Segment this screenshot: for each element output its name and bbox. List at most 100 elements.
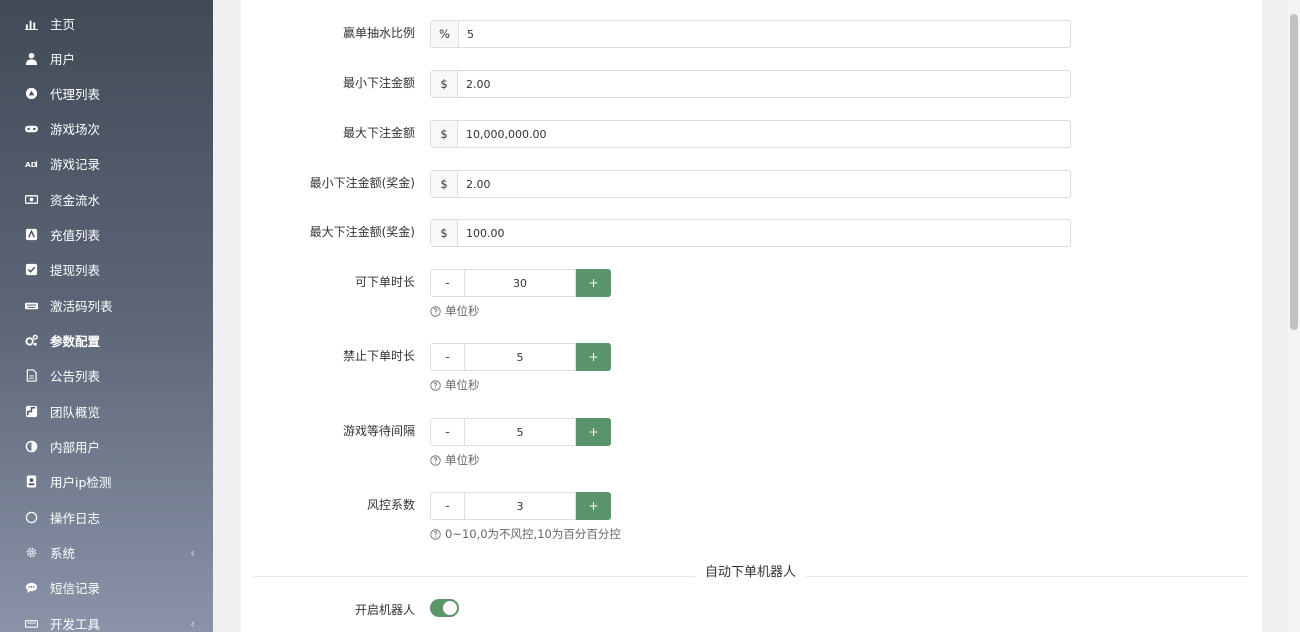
stepper-value[interactable]: 3	[464, 492, 576, 520]
money-icon	[24, 193, 38, 207]
field-label: 最大下注金额	[342, 126, 415, 140]
increment-button[interactable]: +	[576, 418, 611, 446]
sidebar-item-game-sessions[interactable]: 游戏场次	[0, 111, 213, 146]
sidebar-item-label: 操作日志	[50, 511, 101, 526]
sidebar-item-params-config[interactable]: 参数配置	[0, 323, 213, 358]
toggle-knob	[443, 601, 457, 615]
sidebar-item-label: 短信记录	[50, 581, 101, 596]
sidebar-item-announcements[interactable]: 公告列表	[0, 358, 213, 393]
sidebar-item-label: 内部用户	[50, 440, 101, 455]
field-label: 最小下注金额(奖金)	[309, 176, 415, 190]
increment-button[interactable]: +	[576, 269, 611, 297]
input-value[interactable]: 10,000,000.00	[458, 121, 1070, 147]
ad-icon: AD	[24, 157, 38, 171]
chevron-left-icon: ‹	[190, 545, 195, 560]
sidebar-item-label: 主页	[50, 17, 76, 32]
agent-circle-icon	[24, 87, 38, 101]
input-value[interactable]: 2.00	[458, 71, 1070, 97]
min-bet-bonus-input[interactable]: $ 2.00	[430, 170, 1071, 198]
sidebar-item-label: 团队概览	[50, 405, 101, 420]
help-text: 单位秒	[430, 377, 480, 393]
sidebar-item-activation-codes[interactable]: 激活码列表	[0, 288, 213, 323]
sidebar-item-home[interactable]: 主页	[0, 6, 213, 41]
gamepad-icon	[24, 122, 38, 136]
tools-icon	[24, 617, 38, 631]
max-bet-bonus-input[interactable]: $ 100.00	[430, 219, 1071, 247]
sidebar-item-label: 提现列表	[50, 263, 101, 278]
sidebar-item-recharge-list[interactable]: 充值列表	[0, 217, 213, 252]
scrollbar-track[interactable]	[1288, 0, 1300, 632]
sidebar-item-label: 系统	[50, 546, 76, 561]
dollar-addon: $	[431, 220, 458, 246]
dollar-addon: $	[431, 171, 458, 197]
stepper-value[interactable]: 5	[464, 343, 576, 371]
input-value[interactable]: 100.00	[458, 220, 1070, 246]
circle-icon	[24, 511, 38, 525]
field-label: 开启机器人	[354, 603, 415, 617]
sidebar-item-agents[interactable]: 代理列表	[0, 76, 213, 111]
sidebar-item-dev-tools[interactable]: 开发工具 ‹	[0, 606, 213, 632]
decrement-button[interactable]: -	[430, 492, 464, 520]
field-label: 游戏等待间隔	[342, 424, 415, 438]
stepper-value[interactable]: 5	[464, 418, 576, 446]
field-label: 禁止下单时长	[342, 349, 415, 363]
sidebar-item-users[interactable]: 用户	[0, 41, 213, 76]
help-text-label: 单位秒	[445, 453, 480, 467]
decrement-button[interactable]: -	[430, 343, 464, 371]
sidebar-item-label: 开发工具	[50, 617, 101, 632]
dollar-addon: $	[431, 71, 458, 97]
field-label: 最大下注金额(奖金)	[309, 225, 415, 239]
sidebar-item-sms-records[interactable]: 短信记录	[0, 570, 213, 605]
max-bet-input[interactable]: $ 10,000,000.00	[430, 120, 1071, 148]
field-label: 赢单抽水比例	[342, 26, 415, 40]
help-text-label: 单位秒	[445, 378, 480, 392]
field-label: 风控系数	[366, 498, 415, 512]
input-value[interactable]: 5	[459, 21, 1070, 47]
document-icon	[24, 369, 38, 383]
sidebar-item-withdraw-list[interactable]: 提现列表	[0, 252, 213, 287]
decrement-button[interactable]: -	[430, 418, 464, 446]
cog-icon	[24, 546, 38, 560]
increment-button[interactable]: +	[576, 492, 611, 520]
sms-icon	[24, 581, 38, 595]
sidebar-item-internal-users[interactable]: 内部用户	[0, 429, 213, 464]
field-label: 最小下注金额	[342, 76, 415, 90]
params-form-card: 赢单抽水比例 % 5 最小下注金额 $ 2.00 最大下注金额 $ 10,000…	[241, 0, 1262, 632]
input-value[interactable]: 2.00	[458, 171, 1070, 197]
percent-addon: %	[431, 21, 459, 47]
min-bet-input[interactable]: $ 2.00	[430, 70, 1071, 98]
sidebar-item-label: 游戏记录	[50, 157, 101, 172]
help-text-label: 单位秒	[445, 304, 480, 318]
id-badge-icon	[24, 475, 38, 489]
increment-button[interactable]: +	[576, 343, 611, 371]
sidebar-item-fund-flow[interactable]: 资金流水	[0, 182, 213, 217]
help-text: 单位秒	[430, 452, 480, 468]
sidebar-item-operation-log[interactable]: 操作日志	[0, 500, 213, 535]
help-text-label: 0~10,0为不风控,10为百分百分控	[445, 527, 621, 541]
stepper-value[interactable]: 30	[464, 269, 576, 297]
sidebar-item-label: 代理列表	[50, 87, 101, 102]
win-commission-input[interactable]: % 5	[430, 20, 1071, 48]
half-circle-icon	[24, 440, 38, 454]
question-circle-icon	[430, 379, 441, 391]
field-label: 可下单时长	[354, 275, 415, 289]
sidebar-item-label: 公告列表	[50, 369, 101, 384]
forbid-duration-stepper: - 5 +	[430, 343, 611, 371]
sidebar-item-label: 游戏场次	[50, 122, 101, 137]
help-text: 0~10,0为不风控,10为百分百分控	[430, 526, 621, 542]
enable-robot-toggle[interactable]	[430, 599, 459, 617]
sidebar-item-user-ip-check[interactable]: 用户ip检测	[0, 464, 213, 499]
sidebar-item-system[interactable]: 系统 ‹	[0, 535, 213, 570]
order-duration-stepper: - 30 +	[430, 269, 611, 297]
decrement-button[interactable]: -	[430, 269, 464, 297]
sidebar-item-label: 激活码列表	[50, 299, 113, 314]
scrollbar-thumb[interactable]	[1290, 14, 1298, 330]
chevron-left-icon: ‹	[190, 616, 195, 631]
sidebar-item-label: 用户ip检测	[50, 475, 112, 490]
dollar-addon: $	[431, 121, 458, 147]
keyboard-icon	[24, 299, 38, 313]
sidebar-item-team-overview[interactable]: 团队概览	[0, 394, 213, 429]
sidebar: 主页 用户 代理列表 游戏场次 AD 游戏记录 资金流水 充值列表 提现列表 激…	[0, 0, 213, 632]
sidebar-item-game-records[interactable]: AD 游戏记录	[0, 146, 213, 181]
sidebar-item-label: 参数配置	[50, 334, 101, 349]
